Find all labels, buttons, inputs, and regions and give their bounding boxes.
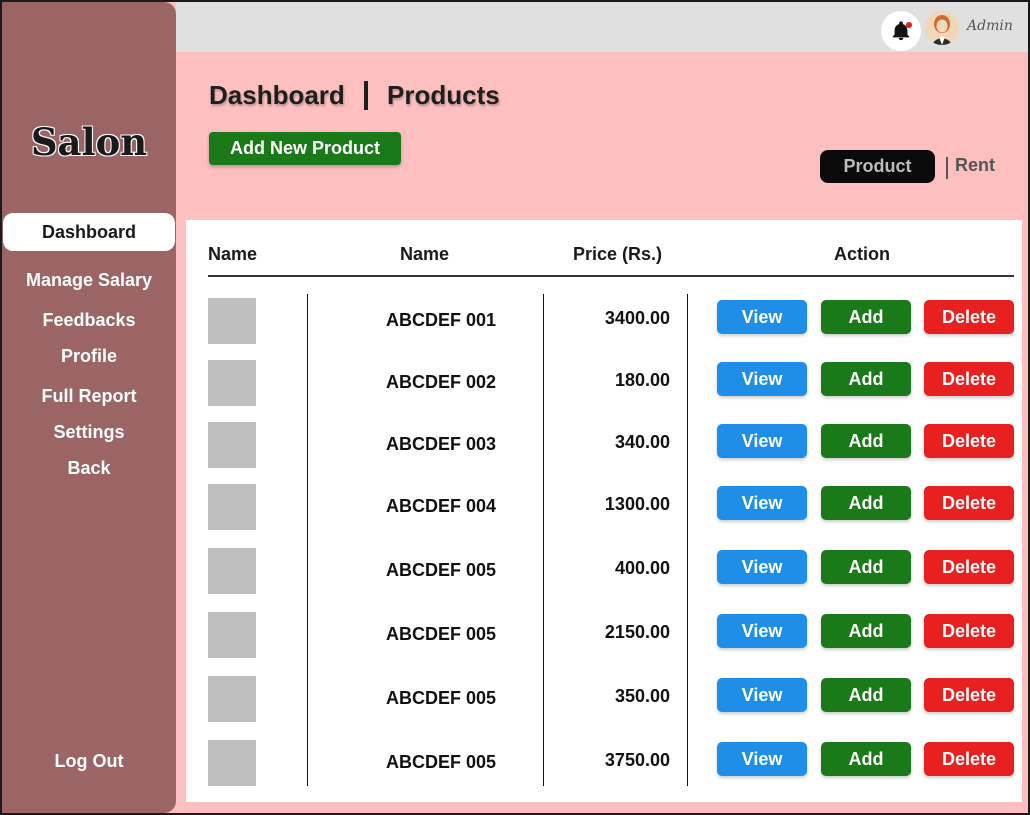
product-name: ABCDEF 002 [385,372,497,392]
view-button[interactable]: View [717,362,807,396]
product-price: 340.00 [614,432,670,452]
product-thumbnail [208,676,256,722]
sidebar-item-feedbacks[interactable]: Feedbacks [2,310,176,331]
product-name: ABCDEF 005 [385,560,497,580]
add-button[interactable]: Add [821,614,911,648]
view-button[interactable]: View [717,486,807,520]
product-name: ABCDEF 003 [385,434,497,454]
add-button[interactable]: Add [821,742,911,776]
toggle-separator [946,157,948,179]
sidebar-item-full-report[interactable]: Full Report [2,386,176,407]
breadcrumb-dashboard[interactable]: Dashboard [209,80,345,111]
product-price: 2150.00 [604,622,670,642]
delete-button[interactable]: Delete [924,614,1014,648]
product-price: 350.00 [614,686,670,706]
delete-button[interactable]: Delete [924,300,1014,334]
add-button[interactable]: Add [821,678,911,712]
view-button[interactable]: View [717,742,807,776]
salon-logo: Salon [30,120,148,164]
user-avatar[interactable] [925,11,959,45]
product-thumbnail [208,360,256,406]
delete-button[interactable]: Delete [924,742,1014,776]
header-image-name: Name [208,244,258,264]
product-thumbnail [208,298,256,344]
table-row: ABCDEF 001 3400.00 View Add Delete [186,290,1022,350]
delete-button[interactable]: Delete [924,362,1014,396]
add-button[interactable]: Add [821,362,911,396]
table-row: ABCDEF 005 400.00 View Add Delete [186,540,1022,600]
header-action: Action [834,244,890,264]
admin-username[interactable]: Admin [967,18,1013,34]
product-price: 3400.00 [604,308,670,328]
sidebar-item-settings[interactable]: Settings [2,422,176,443]
sidebar-item-dashboard[interactable]: Dashboard [3,213,175,251]
delete-button[interactable]: Delete [924,486,1014,520]
header-product-name: Name [400,244,450,264]
product-name: ABCDEF 005 [385,624,497,644]
add-button[interactable]: Add [821,300,911,334]
view-button[interactable]: View [717,424,807,458]
sidebar: Salon Dashboard Manage Salary Feedbacks … [2,2,176,813]
header-divider [208,275,1014,277]
breadcrumb-separator [364,81,368,110]
logout-button[interactable]: Log Out [2,751,176,772]
app-frame: Admin Salon Dashboard Manage Salary Feed… [2,2,1028,813]
sidebar-item-manage-salary[interactable]: Manage Salary [2,270,176,291]
delete-button[interactable]: Delete [924,424,1014,458]
table-row: ABCDEF 002 180.00 View Add Delete [186,352,1022,412]
view-button[interactable]: View [717,300,807,334]
product-name: ABCDEF 004 [385,496,497,516]
product-price: 400.00 [614,558,670,578]
user-avatar-icon [925,11,959,45]
header-price: Price (Rs.) [573,244,663,264]
view-button[interactable]: View [717,678,807,712]
toggle-rent[interactable]: Rent [955,155,995,176]
delete-button[interactable]: Delete [924,678,1014,712]
product-thumbnail [208,484,256,530]
product-name: ABCDEF 005 [385,752,497,772]
product-name: ABCDEF 001 [385,310,497,330]
products-table: Name Name Price (Rs.) Action ABCDEF 001 3… [186,220,1022,802]
product-price: 3750.00 [604,750,670,770]
sidebar-item-back[interactable]: Back [2,458,176,479]
add-button[interactable]: Add [821,424,911,458]
add-button[interactable]: Add [821,486,911,520]
view-button[interactable]: View [717,550,807,584]
product-thumbnail [208,548,256,594]
view-button[interactable]: View [717,614,807,648]
table-row: ABCDEF 005 350.00 View Add Delete [186,668,1022,728]
product-name: ABCDEF 005 [385,688,497,708]
product-price: 1300.00 [604,494,670,514]
product-price: 180.00 [614,370,670,390]
table-row: ABCDEF 004 1300.00 View Add Delete [186,476,1022,536]
table-row: ABCDEF 005 2150.00 View Add Delete [186,604,1022,664]
notification-dot [906,22,912,28]
add-button[interactable]: Add [821,550,911,584]
delete-button[interactable]: Delete [924,550,1014,584]
sidebar-item-profile[interactable]: Profile [2,346,176,367]
page-title: Products [387,80,500,110]
table-row: ABCDEF 005 3750.00 View Add Delete [186,732,1022,792]
add-new-product-button[interactable]: Add New Product [209,132,401,165]
product-thumbnail [208,612,256,658]
product-thumbnail [208,740,256,786]
toggle-product[interactable]: Product [820,150,935,183]
table-row: ABCDEF 003 340.00 View Add Delete [186,414,1022,474]
product-thumbnail [208,422,256,468]
notification-button[interactable] [881,11,921,51]
